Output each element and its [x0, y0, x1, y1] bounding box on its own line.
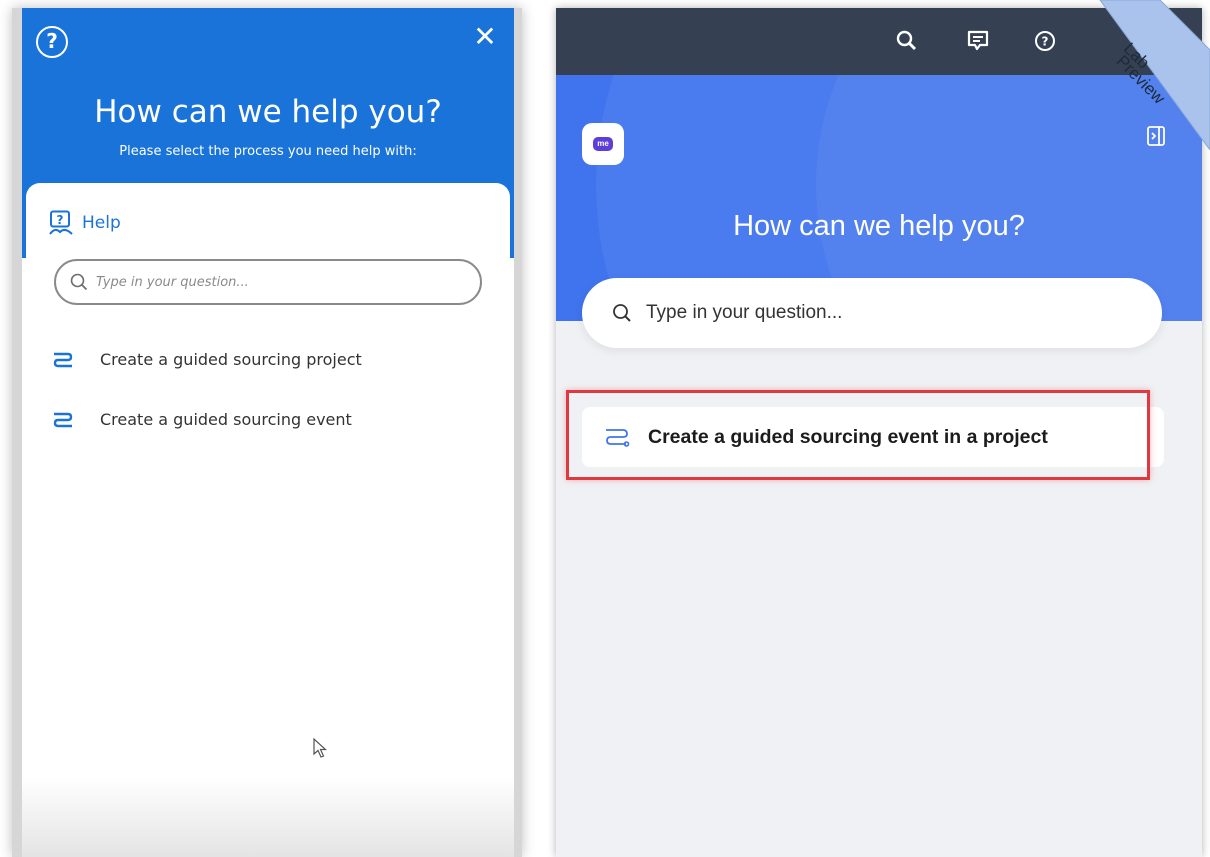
app-logo: me	[582, 123, 624, 165]
search-icon	[613, 304, 631, 322]
search-placeholder: Type in your question...	[96, 274, 249, 290]
panel-bottom-fade	[22, 777, 514, 857]
mouse-cursor-icon	[313, 738, 328, 758]
search-placeholder: Type in your question...	[646, 302, 843, 323]
legacy-help-title: How can we help you?	[94, 94, 442, 130]
question-search-input[interactable]: Type in your question...	[582, 278, 1162, 348]
help-section-header: ? Help	[48, 210, 121, 236]
help-section-label: Help	[82, 213, 121, 233]
list-item-label: Create a guided sourcing event	[100, 410, 352, 429]
feedback-icon[interactable]	[965, 28, 991, 54]
search-icon[interactable]	[894, 28, 920, 54]
close-button[interactable]: ✕	[470, 22, 500, 52]
search-icon	[70, 273, 88, 291]
list-item-guided-sourcing-project[interactable]: Create a guided sourcing project	[52, 350, 362, 369]
help-circle-icon[interactable]: ?	[36, 26, 68, 58]
legacy-search-input[interactable]: Type in your question...	[54, 259, 482, 305]
flow-steps-icon	[53, 412, 73, 427]
legacy-help-subtitle: Please select the process you need help …	[119, 144, 417, 159]
highlight-annotation-box	[566, 390, 1150, 480]
legacy-help-panel: ? ✕ How can we help you? Please select t…	[22, 8, 514, 857]
help-title: How can we help you?	[733, 210, 1025, 242]
app-logo-badge: me	[593, 137, 613, 151]
list-item-label: Create a guided sourcing project	[100, 350, 362, 369]
help-book-icon: ?	[48, 210, 74, 236]
legacy-help-card: ? Help Type in your question... Create a…	[26, 183, 510, 857]
svg-text:?: ?	[57, 213, 64, 227]
lab-preview-ribbon: Lab Preview	[1048, 0, 1210, 150]
list-item-guided-sourcing-event[interactable]: Create a guided sourcing event	[52, 410, 352, 429]
flow-steps-icon	[53, 352, 73, 367]
